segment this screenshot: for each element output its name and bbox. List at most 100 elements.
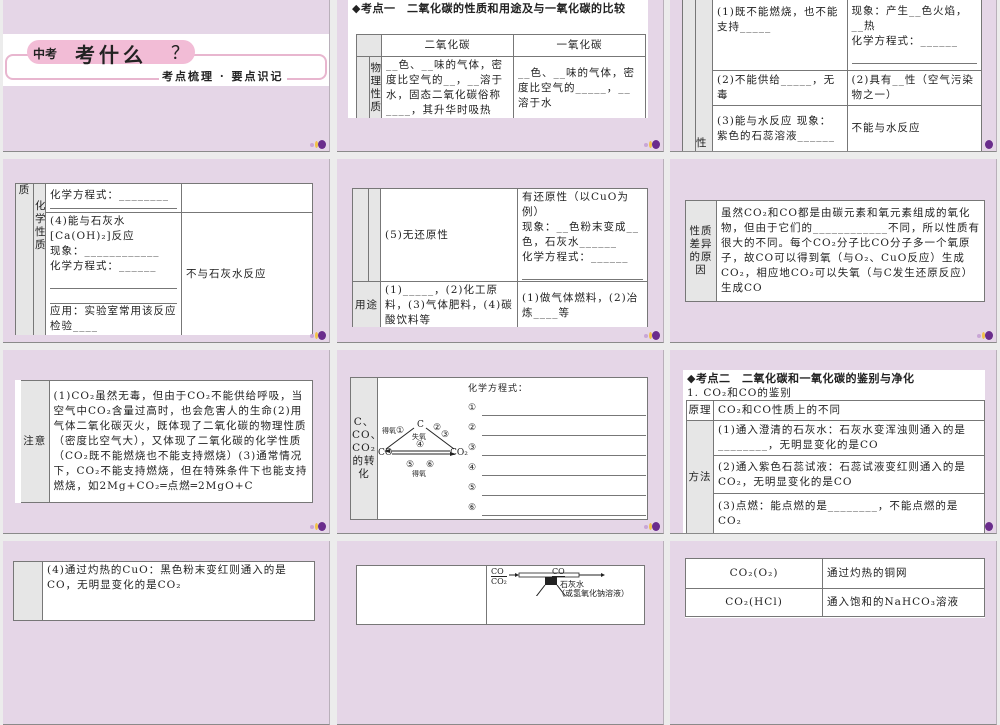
gas-cell: CO₂(O₂) (685, 558, 823, 589)
slide-thumbnail-9[interactable]: ◆考点二 二氧化碳和一氧化碳的鉴别与净化 1. CO₂和CO的鉴别 原理 CO₂和… (670, 350, 997, 534)
cell: (1)CO₂虽然无毒，但由于CO₂不能供给呼吸，当空气中CO₂含量过高时，也会危… (48, 380, 313, 503)
label-co: CO (378, 448, 393, 458)
title-small: 中考 (33, 47, 58, 61)
slide-thumbnail-2[interactable]: ◆考点一 二氧化碳的性质和用途及与一氧化碳的比较 二氧化碳 一氧化碳 物理性质 __… (337, 0, 664, 152)
col-header-co2: 二氧化碳 (381, 34, 514, 57)
content-panel: 注意 (1)CO₂虽然无毒，但由于CO₂不能供给呼吸，当空气中CO₂含量过高时，也… (15, 380, 313, 503)
impurity-table: CO₂(O₂) 通过灼热的铜网 CO₂(HCl) 通入饱和的NaHCO₃溶液 (685, 558, 985, 617)
cell: 有还原性（以CuO为例） 现象：__色粉末变成__色，石灰水______ 化学方程式… (517, 188, 648, 282)
cell: (1)通入澄清的石灰水：石灰水变浑浊则通入的是________，无明显变化的是C… (713, 420, 985, 456)
equation-line: ① (468, 401, 646, 421)
equation-title: 化学方程式： (468, 384, 529, 394)
method-cell: 通入饱和的NaHCO₃溶液 (822, 588, 985, 617)
side-label: 质 (15, 183, 34, 335)
slide-thumbnail-12[interactable]: CO₂(O₂) 通过灼热的铜网 CO₂(HCl) 通入饱和的NaHCO₃溶液 (670, 541, 997, 725)
label-gain-oxygen: 得氧 (382, 427, 396, 435)
cell: (1)既不能燃烧，也不能支持_____ (712, 0, 848, 71)
cell: (1)做气体燃料，(2)冶炼____等 (517, 281, 648, 327)
cell: 化学方程式：________ (45, 183, 182, 213)
chemical-properties-table: 性 (1)既不能燃烧，也不能支持_____ 现象：产生__色火焰，__热 化学方程式：… (682, 0, 982, 151)
col-header-co: 一氧化碳 (513, 34, 646, 57)
cell: (2)通入紫色石蕊试液：石蕊试液变红则通入的是CO₂，无明显变化的是CO (713, 455, 985, 494)
title-banner: 中考 考什么 ？ 考点梳理 · 要点识记 (3, 34, 329, 86)
corner-decoration-icon (308, 330, 326, 340)
difference-table: 性质差异的原因 虽然CO₂和CO都是由碳元素和氧元素组成的氧化物，但由于它们的__… (685, 200, 985, 302)
inlet-gas-labels: CO CO₂ (491, 567, 507, 586)
slide-thumbnail-3[interactable]: 性 (1)既不能燃烧，也不能支持_____ 现象：产生__色火焰，__热 化学方程式：… (670, 0, 997, 152)
step-2: ② (433, 423, 442, 433)
cell (356, 565, 487, 625)
equation-line: ④ (468, 461, 646, 481)
properties-table: (5)无还原性 有还原性（以CuO为例） 现象：__色粉末变成__色，石灰水____… (352, 188, 648, 327)
cell: (3)点燃：能点燃的是________，不能点燃的是CO₂ (713, 493, 985, 533)
corner-decoration-icon (975, 521, 993, 531)
note-table: 注意 (1)CO₂虽然无毒，但由于CO₂不能供给呼吸，当空气中CO₂含量过高时，也… (15, 380, 313, 503)
apparatus-cell: CO CO₂ CO 石灰水 （或氢氧化钠溶液） (486, 565, 645, 625)
cell: (4)通过灼热的CuO：黑色粉末变红则通入的是CO，无明显变化的是CO₂ (42, 561, 315, 621)
row-label-physical: 物理性质 (368, 56, 382, 118)
corner-decoration-icon (975, 139, 993, 149)
table-row: CO₂(O₂) 通过灼热的铜网 (685, 558, 985, 589)
slide-thumbnail-10[interactable]: (4)通过灼热的CuO：黑色粉末变红则通入的是CO，无明显变化的是CO₂ (3, 541, 330, 725)
content-panel: 性 (1)既不能燃烧，也不能支持_____ 现象：产生__色火焰，__热 化学方程式：… (682, 0, 982, 151)
corner-decoration-icon (308, 139, 326, 149)
corner-decoration-icon (642, 521, 660, 531)
subtitle: 考点梳理 · 要点识记 (159, 68, 287, 84)
row-label-principle: 原理 (686, 400, 714, 421)
content-panel: (5)无还原性 有还原性（以CuO为例） 现象：__色粉末变成__色，石灰水____… (352, 188, 648, 327)
step-6: ⑥ (426, 460, 435, 470)
purification-table: CO CO₂ CO 石灰水 （或氢氧化钠溶液） (356, 565, 645, 625)
cell: 现象：产生__色火焰，__热 化学方程式：______ (846, 0, 982, 71)
side-label: 性 (696, 137, 708, 149)
title-question: ？ (171, 43, 189, 64)
row-label: 性质差异的原因 (685, 200, 717, 302)
corner-decoration-icon (642, 330, 660, 340)
conversion-table: C、CO、CO₂的转化 C CO CO₂ 得氧 ① ② ③ 失氧 ④ ⑤ ⑥ 得… (350, 377, 648, 520)
label-co2: CO₂ (450, 448, 468, 458)
cell (181, 183, 313, 213)
step-1: ① (396, 426, 405, 436)
co-physical: __色、__味的气体，密度比空气的_____，__溶于水 (513, 56, 646, 118)
step-3: ③ (441, 430, 450, 440)
corner-decoration-icon (975, 330, 993, 340)
table-row: CO₂(HCl) 通入饱和的NaHCO₃溶液 (685, 588, 985, 617)
row-label-use: 用途 (352, 281, 381, 327)
limewater-label: 石灰水 (560, 580, 584, 589)
step-4: ④ (416, 440, 425, 450)
cell: CO₂和CO性质上的不同 (713, 400, 985, 421)
equation-line: ⑤ (468, 481, 646, 501)
outlet-gas-label: CO (552, 567, 565, 577)
comparison-table: 二氧化碳 一氧化碳 物理性质 __色、__味的气体，密度比空气的__，__溶于水，固… (356, 34, 646, 118)
cell: 虽然CO₂和CO都是由碳元素和氧元素组成的氧化物，但由于它们的_________… (716, 200, 985, 302)
section-heading: ◆考点一 二氧化碳的性质和用途及与一氧化碳的比较 (352, 2, 626, 15)
slide-thumbnail-5[interactable]: (5)无还原性 有还原性（以CuO为例） 现象：__色粉末变成__色，石灰水____… (337, 159, 664, 343)
content-panel: C、CO、CO₂的转化 C CO CO₂ 得氧 ① ② ③ 失氧 ④ ⑤ ⑥ 得… (350, 377, 648, 520)
sub-label: 化学性质 (33, 183, 46, 335)
gas-cell: CO₂(HCl) (685, 588, 823, 617)
cell: (3)能与水反应 现象：紫色的石蕊溶液______ (712, 105, 848, 151)
content-panel: 质化学性质 化学方程式：________ (4)能与石灰水 [Ca(OH)₂]反应现… (15, 183, 313, 335)
slide-thumbnail-8[interactable]: C、CO、CO₂的转化 C CO CO₂ 得氧 ① ② ③ 失氧 ④ ⑤ ⑥ 得… (337, 350, 664, 534)
equation-line: ② (468, 421, 646, 441)
naoh-label: （或氢氧化钠溶液） (557, 589, 629, 598)
cell: 不能与水反应 (846, 105, 982, 151)
equation-list: 化学方程式： ① ② ③ ④ ⑤ ⑥ (468, 382, 646, 520)
corner-decoration-icon (642, 139, 660, 149)
title-big: 考什么 (75, 43, 147, 67)
cell: (4)能与石灰水 [Ca(OH)₂]反应 现象：____________ 化学方程式：… (45, 212, 182, 335)
equation-line: ③ (468, 441, 646, 461)
row-label-method: 方法 (686, 420, 714, 533)
cell: (2)不能供给_____，无毒 (712, 70, 848, 106)
slide-thumbnail-1[interactable]: 中考 考什么 ？ 考点梳理 · 要点识记 (3, 0, 330, 152)
chemical-properties-table: 质化学性质 化学方程式：________ (4)能与石灰水 [Ca(OH)₂]反应现… (15, 183, 313, 335)
cell: (5)无还原性 (380, 188, 518, 282)
slide-thumbnail-11[interactable]: CO CO₂ CO 石灰水 （或氢氧化钠溶液） (337, 541, 664, 725)
identification-table: 原理 CO₂和CO性质上的不同 方法 (1)通入澄清的石灰水：石灰水变浑浊则通入的是… (686, 400, 985, 533)
slide-thumbnail-4[interactable]: 质化学性质 化学方程式：________ (4)能与石灰水 [Ca(OH)₂]反应现… (3, 159, 330, 343)
co2-physical: __色、__味的气体，密度比空气的__，__溶于水，固态二氧化碳俗称____，其… (381, 56, 514, 118)
slide-thumbnail-6[interactable]: 性质差异的原因 虽然CO₂和CO都是由碳元素和氧元素组成的氧化物，但由于它们的__… (670, 159, 997, 343)
slide-thumbnail-7[interactable]: 注意 (1)CO₂虽然无毒，但由于CO₂不能供给呼吸，当空气中CO₂含量过高时，也… (3, 350, 330, 534)
cell: (2)具有__性（空气污染物之一） (846, 70, 982, 106)
row-label: 注意 (15, 380, 50, 503)
row-label: C、CO、CO₂的转化 (350, 377, 381, 520)
